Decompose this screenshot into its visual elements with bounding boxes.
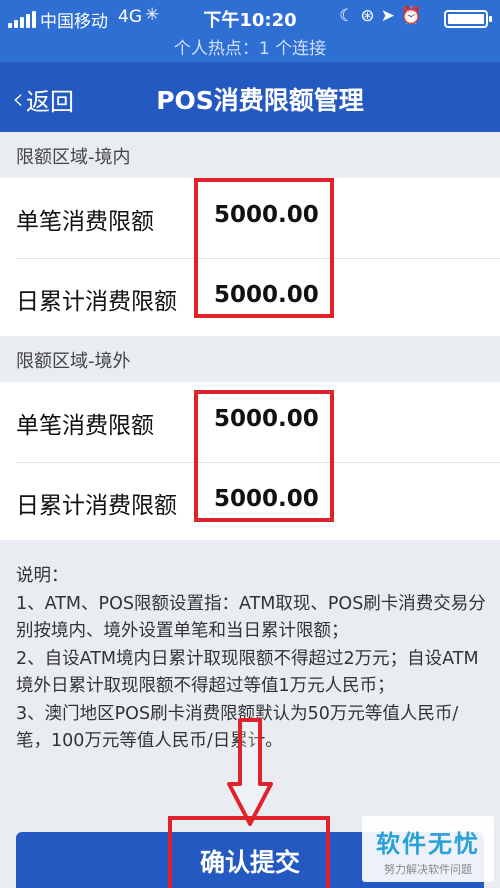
notes-title: 说明： — [16, 566, 69, 586]
section-header-domestic: 限额区域-境内 — [16, 147, 131, 168]
limit-label: 单笔消费限额 — [16, 209, 154, 235]
back-button[interactable]: ‹ 返回 — [12, 82, 74, 117]
chevron-left-icon: ‹ — [12, 81, 24, 117]
limit-label: 单笔消费限额 — [16, 413, 154, 439]
highlight-box-overseas — [194, 390, 334, 522]
highlight-box-submit — [168, 816, 330, 888]
page-title: POS消费限额管理 — [156, 86, 364, 115]
notes-line: 2、自设ATM境内日累计取现限额不得超过2万元；自设ATM境外日累计取现限额不得… — [16, 648, 479, 697]
section-header-overseas: 限额区域-境外 — [16, 351, 131, 372]
rotation-lock-icon: ⊛ — [360, 6, 381, 26]
watermark-subtitle: 努力解决软件问题 — [384, 863, 472, 876]
hotspot-banner[interactable]: 个人热点：1 个连接 — [0, 34, 500, 59]
moon-icon: ☾ — [339, 6, 361, 26]
arrow-down-icon — [227, 718, 273, 826]
location-icon: ➤ — [380, 6, 401, 26]
alarm-icon: ⏰ — [400, 6, 428, 26]
watermark-title: 软件无忧 — [376, 830, 480, 858]
status-bar: 中国移动 4G ✳ 下午10:20 ☾⊛➤⏰ 个人热点：1 个连接 — [0, 0, 500, 62]
battery-icon — [444, 10, 492, 28]
watermark-logo: 软件无忧 努力解决软件问题 — [362, 816, 494, 882]
limit-label: 日累计消费限额 — [16, 289, 177, 315]
back-label: 返回 — [26, 88, 74, 116]
limit-label: 日累计消费限额 — [16, 493, 177, 519]
status-icons: ☾⊛➤⏰ — [339, 6, 428, 26]
notes-line: 1、ATM、POS限额设置指：ATM取现、POS刷卡消费交易分别按境内、境外设置… — [16, 593, 486, 642]
nav-bar: ‹ 返回 POS消费限额管理 — [0, 62, 500, 132]
highlight-box-domestic — [194, 178, 334, 318]
